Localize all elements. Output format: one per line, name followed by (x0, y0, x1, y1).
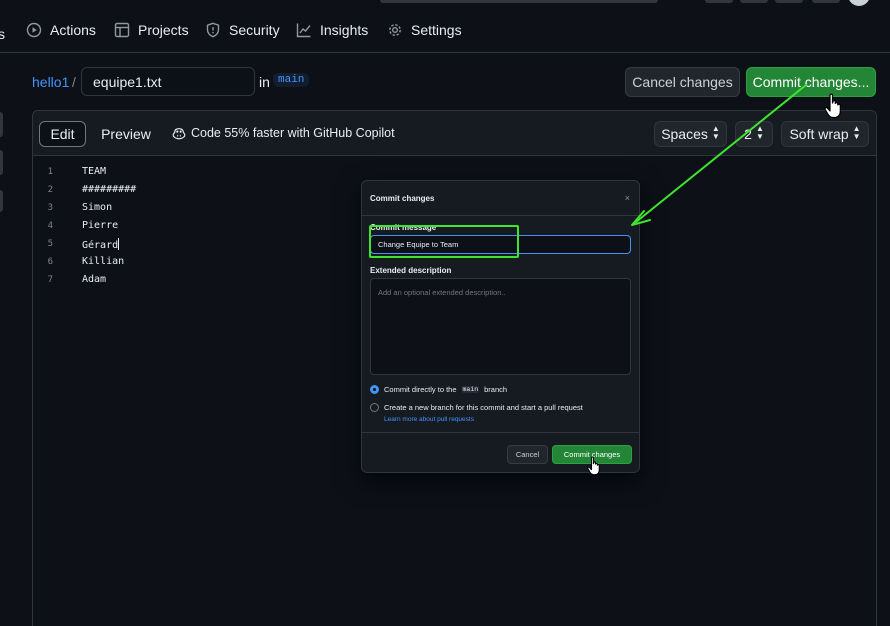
indent-size-value: 2 (744, 126, 752, 142)
tab-projects-label: Projects (138, 22, 189, 38)
line-number: 5 (47, 239, 53, 249)
header-button-edge (775, 0, 803, 3)
commit-dialog: Commit changes × Commit message Extended… (361, 180, 640, 473)
indent-mode-value: Spaces (661, 126, 708, 142)
sidebar-edge (0, 190, 3, 212)
commit-direct-option[interactable]: Commit directly to the main branch (370, 385, 507, 394)
line-text: Adam (82, 274, 107, 285)
in-label: in (259, 74, 270, 90)
line-number: 3 (47, 203, 53, 213)
indent-size-select[interactable]: 2 ▲ ▼ (735, 121, 773, 147)
avatar[interactable] (848, 0, 870, 6)
line-number: 7 (47, 275, 53, 285)
nav-tab-partial[interactable]: s (0, 26, 5, 42)
search-bar-edge (380, 0, 658, 3)
branch-badge[interactable]: main (273, 73, 310, 87)
tab-edit[interactable]: Edit (39, 121, 86, 147)
commit-message-input[interactable] (370, 235, 631, 254)
new-branch-option[interactable]: Create a new branch for this commit and … (370, 403, 583, 412)
commit-direct-prefix: Commit directly to the (384, 385, 457, 394)
hand-cursor-icon (824, 93, 841, 119)
commit-direct-suffix: branch (484, 385, 508, 394)
tab-actions-label: Actions (50, 22, 96, 38)
filename-input[interactable] (81, 67, 255, 96)
line-text: Killian (82, 256, 125, 267)
line-text: Gérard (82, 240, 119, 251)
extended-description-input[interactable] (370, 278, 631, 375)
copilot-icon (172, 127, 186, 139)
sort-arrows-icon: ▲ ▼ (755, 124, 764, 141)
wrap-mode-value: Soft wrap (789, 126, 849, 142)
breadcrumb-separator: / (72, 74, 76, 90)
learn-more-link[interactable]: Learn more about pull requests (384, 416, 474, 423)
line-text: ######### (82, 184, 137, 195)
header-button-edge (705, 0, 733, 3)
line-text: Simon (82, 202, 113, 213)
tab-actions[interactable]: Actions (26, 22, 96, 38)
header-button-edge (740, 0, 768, 3)
line-number: 2 (47, 185, 53, 195)
dialog-footer-divider (362, 432, 639, 433)
sidebar-edge (0, 150, 3, 175)
dialog-divider (362, 215, 639, 216)
extended-description-label: Extended description (370, 266, 452, 275)
dialog-cancel-button[interactable]: Cancel (507, 445, 548, 464)
editor-toolbar: Edit Preview Code 55% faster with GitHub… (33, 111, 876, 156)
gear-icon (389, 24, 401, 36)
graph-icon (296, 23, 311, 38)
line-number: 4 (47, 221, 53, 231)
dialog-title: Commit changes (370, 194, 435, 203)
tab-projects[interactable]: Projects (114, 22, 189, 38)
wrap-mode-select[interactable]: Soft wrap ▲ ▼ (781, 121, 869, 147)
repo-nav: s Actions Projects Security Insights Set… (0, 0, 890, 53)
sidebar-edge (0, 112, 3, 137)
play-circle-icon (26, 22, 42, 38)
header-button-edge (812, 0, 840, 3)
tab-security[interactable]: Security (205, 22, 280, 38)
line-number: 1 (47, 167, 53, 177)
table-icon (114, 22, 130, 38)
hand-cursor-icon (587, 456, 600, 476)
tab-insights[interactable]: Insights (296, 22, 368, 38)
breadcrumb-repo-link[interactable]: hello1 (32, 74, 69, 90)
tab-settings[interactable]: Settings (387, 22, 462, 38)
text-cursor (118, 238, 120, 250)
line-text-with-cursor: Gérard (82, 238, 120, 251)
line-text: Pierre (82, 220, 119, 231)
line-number: 6 (47, 257, 53, 267)
tab-security-label: Security (229, 22, 280, 38)
sort-arrows-icon: ▲ ▼ (852, 124, 861, 141)
copilot-promo-text: Code 55% faster with GitHub Copilot (191, 126, 395, 140)
commit-direct-branch: main (461, 386, 480, 393)
radio-unselected-icon[interactable] (370, 403, 379, 412)
indent-mode-select[interactable]: Spaces ▲ ▼ (654, 121, 727, 147)
radio-selected-icon[interactable] (370, 385, 379, 394)
new-branch-option-label: Create a new branch for this commit and … (384, 403, 583, 412)
line-text: TEAM (82, 166, 107, 177)
tab-preview[interactable]: Preview (91, 121, 161, 147)
commit-message-label: Commit message (370, 223, 437, 232)
shield-icon (206, 22, 220, 38)
copilot-promo[interactable]: Code 55% faster with GitHub Copilot (172, 126, 395, 140)
commit-changes-button[interactable]: Commit changes... (746, 67, 876, 97)
tab-settings-label: Settings (411, 22, 462, 38)
sort-arrows-icon: ▲ ▼ (711, 124, 720, 141)
tab-insights-label: Insights (320, 22, 369, 38)
cancel-changes-button[interactable]: Cancel changes (625, 67, 740, 97)
close-icon[interactable]: × (625, 193, 630, 203)
